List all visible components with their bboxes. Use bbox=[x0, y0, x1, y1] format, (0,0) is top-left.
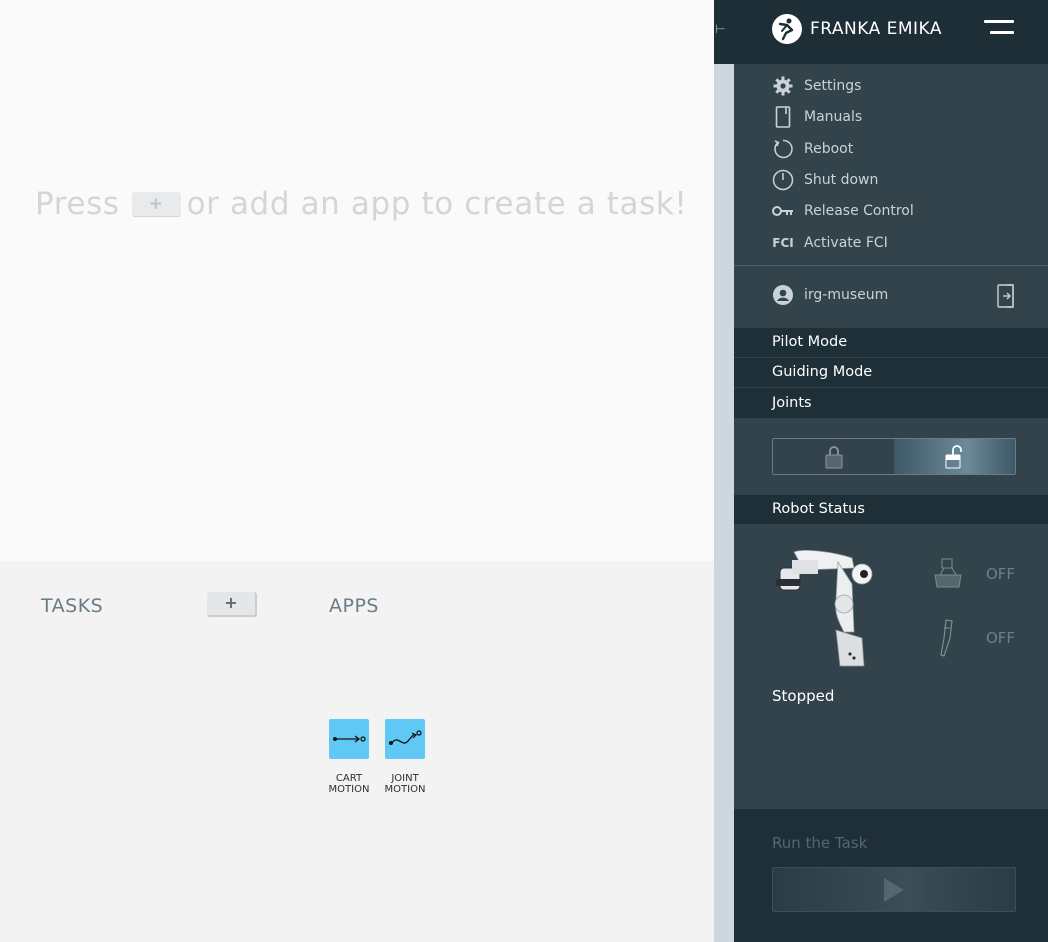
side-panel: Settings Manuals Reboot Shut down Releas… bbox=[734, 64, 1048, 809]
franka-logo-icon bbox=[772, 14, 802, 44]
tasks-title: TASKS bbox=[41, 595, 104, 617]
menu-shutdown[interactable]: Shut down bbox=[772, 169, 878, 191]
run-task-area: Run the Task bbox=[734, 809, 1048, 942]
gripper-status-text: OFF bbox=[986, 565, 1016, 583]
power-icon bbox=[772, 169, 794, 191]
task-canvas: Press + or add an app to create a task! bbox=[0, 0, 714, 561]
run-task-button[interactable] bbox=[772, 867, 1016, 912]
joint-lock-toggle[interactable] bbox=[772, 438, 1016, 475]
brand-name: FRANKA EMIKA bbox=[810, 19, 943, 39]
app-joint-line2: MOTION bbox=[384, 784, 426, 795]
hint-rest-text: or add an app to create a task! bbox=[186, 186, 688, 222]
pilot-mode-header[interactable]: Pilot Mode bbox=[734, 328, 1048, 357]
menu-release-control[interactable]: Release Control bbox=[772, 200, 914, 222]
panel-divider-strip bbox=[714, 64, 734, 942]
robot-arm-image bbox=[774, 544, 874, 670]
menu-manuals[interactable]: Manuals bbox=[772, 106, 862, 128]
enabling-device-indicator: OFF bbox=[932, 619, 1022, 657]
menu-reboot-label: Reboot bbox=[804, 141, 854, 157]
fci-icon: FCI bbox=[772, 236, 794, 250]
padlock-closed-icon bbox=[825, 445, 842, 468]
user-icon bbox=[772, 284, 794, 306]
hint-press-text: Press bbox=[35, 186, 120, 222]
hamburger-menu-icon[interactable] bbox=[984, 20, 1016, 36]
run-task-label: Run the Task bbox=[772, 834, 868, 852]
add-task-button[interactable]: + bbox=[207, 592, 257, 617]
padlock-open-icon bbox=[945, 444, 962, 468]
robot-state-text: Stopped bbox=[772, 687, 835, 705]
guiding-mode-header[interactable]: Guiding Mode bbox=[734, 358, 1048, 387]
menu-settings[interactable]: Settings bbox=[772, 75, 861, 97]
joints-unlocked-button[interactable] bbox=[894, 439, 1015, 474]
menu-settings-label: Settings bbox=[804, 78, 862, 94]
hint-plus-icon: + bbox=[131, 192, 181, 216]
app-joint-motion[interactable]: JOINT MOTION bbox=[377, 719, 433, 795]
menu-activate-fci-label: Activate FCI bbox=[804, 235, 888, 251]
gripper-icon bbox=[934, 558, 962, 588]
key-icon bbox=[772, 200, 794, 222]
robot-status-header: Robot Status bbox=[734, 495, 1048, 524]
collapse-panel-icon[interactable]: ⊢ bbox=[715, 22, 725, 36]
enabling-device-status-text: OFF bbox=[986, 629, 1016, 647]
empty-task-hint: Press + or add an app to create a task! bbox=[35, 186, 687, 222]
gear-icon bbox=[772, 75, 794, 97]
gripper-status-indicator: OFF bbox=[932, 557, 1022, 591]
menu-release-control-label: Release Control bbox=[804, 203, 914, 219]
app-cart-line2: MOTION bbox=[328, 784, 370, 795]
app-cart-motion[interactable]: CART MOTION bbox=[321, 719, 377, 795]
joint-motion-icon bbox=[385, 719, 425, 759]
top-bar: ⊢ FRANKA EMIKA bbox=[714, 0, 1048, 64]
user-name: irg-museum bbox=[804, 287, 889, 303]
menu-shutdown-label: Shut down bbox=[804, 172, 879, 188]
joints-locked-button[interactable] bbox=[773, 439, 894, 474]
user-row: irg-museum bbox=[772, 284, 888, 306]
enabling-device-icon bbox=[940, 619, 953, 657]
reboot-icon bbox=[772, 138, 794, 160]
apps-title: APPS bbox=[329, 595, 379, 617]
bottom-library: TASKS + APPS CART MOTION JOINT MOTION bbox=[0, 561, 714, 942]
logout-icon[interactable] bbox=[997, 284, 1015, 312]
play-icon bbox=[884, 877, 904, 902]
book-icon bbox=[772, 106, 794, 128]
joints-header[interactable]: Joints bbox=[734, 388, 1048, 418]
menu-divider bbox=[734, 265, 1048, 266]
menu-activate-fci[interactable]: FCI Activate FCI bbox=[772, 232, 888, 254]
cart-motion-icon bbox=[329, 719, 369, 759]
app-joint-line1: JOINT bbox=[391, 773, 419, 784]
menu-manuals-label: Manuals bbox=[804, 109, 863, 125]
menu-reboot[interactable]: Reboot bbox=[772, 138, 853, 160]
app-cart-line1: CART bbox=[335, 773, 363, 784]
